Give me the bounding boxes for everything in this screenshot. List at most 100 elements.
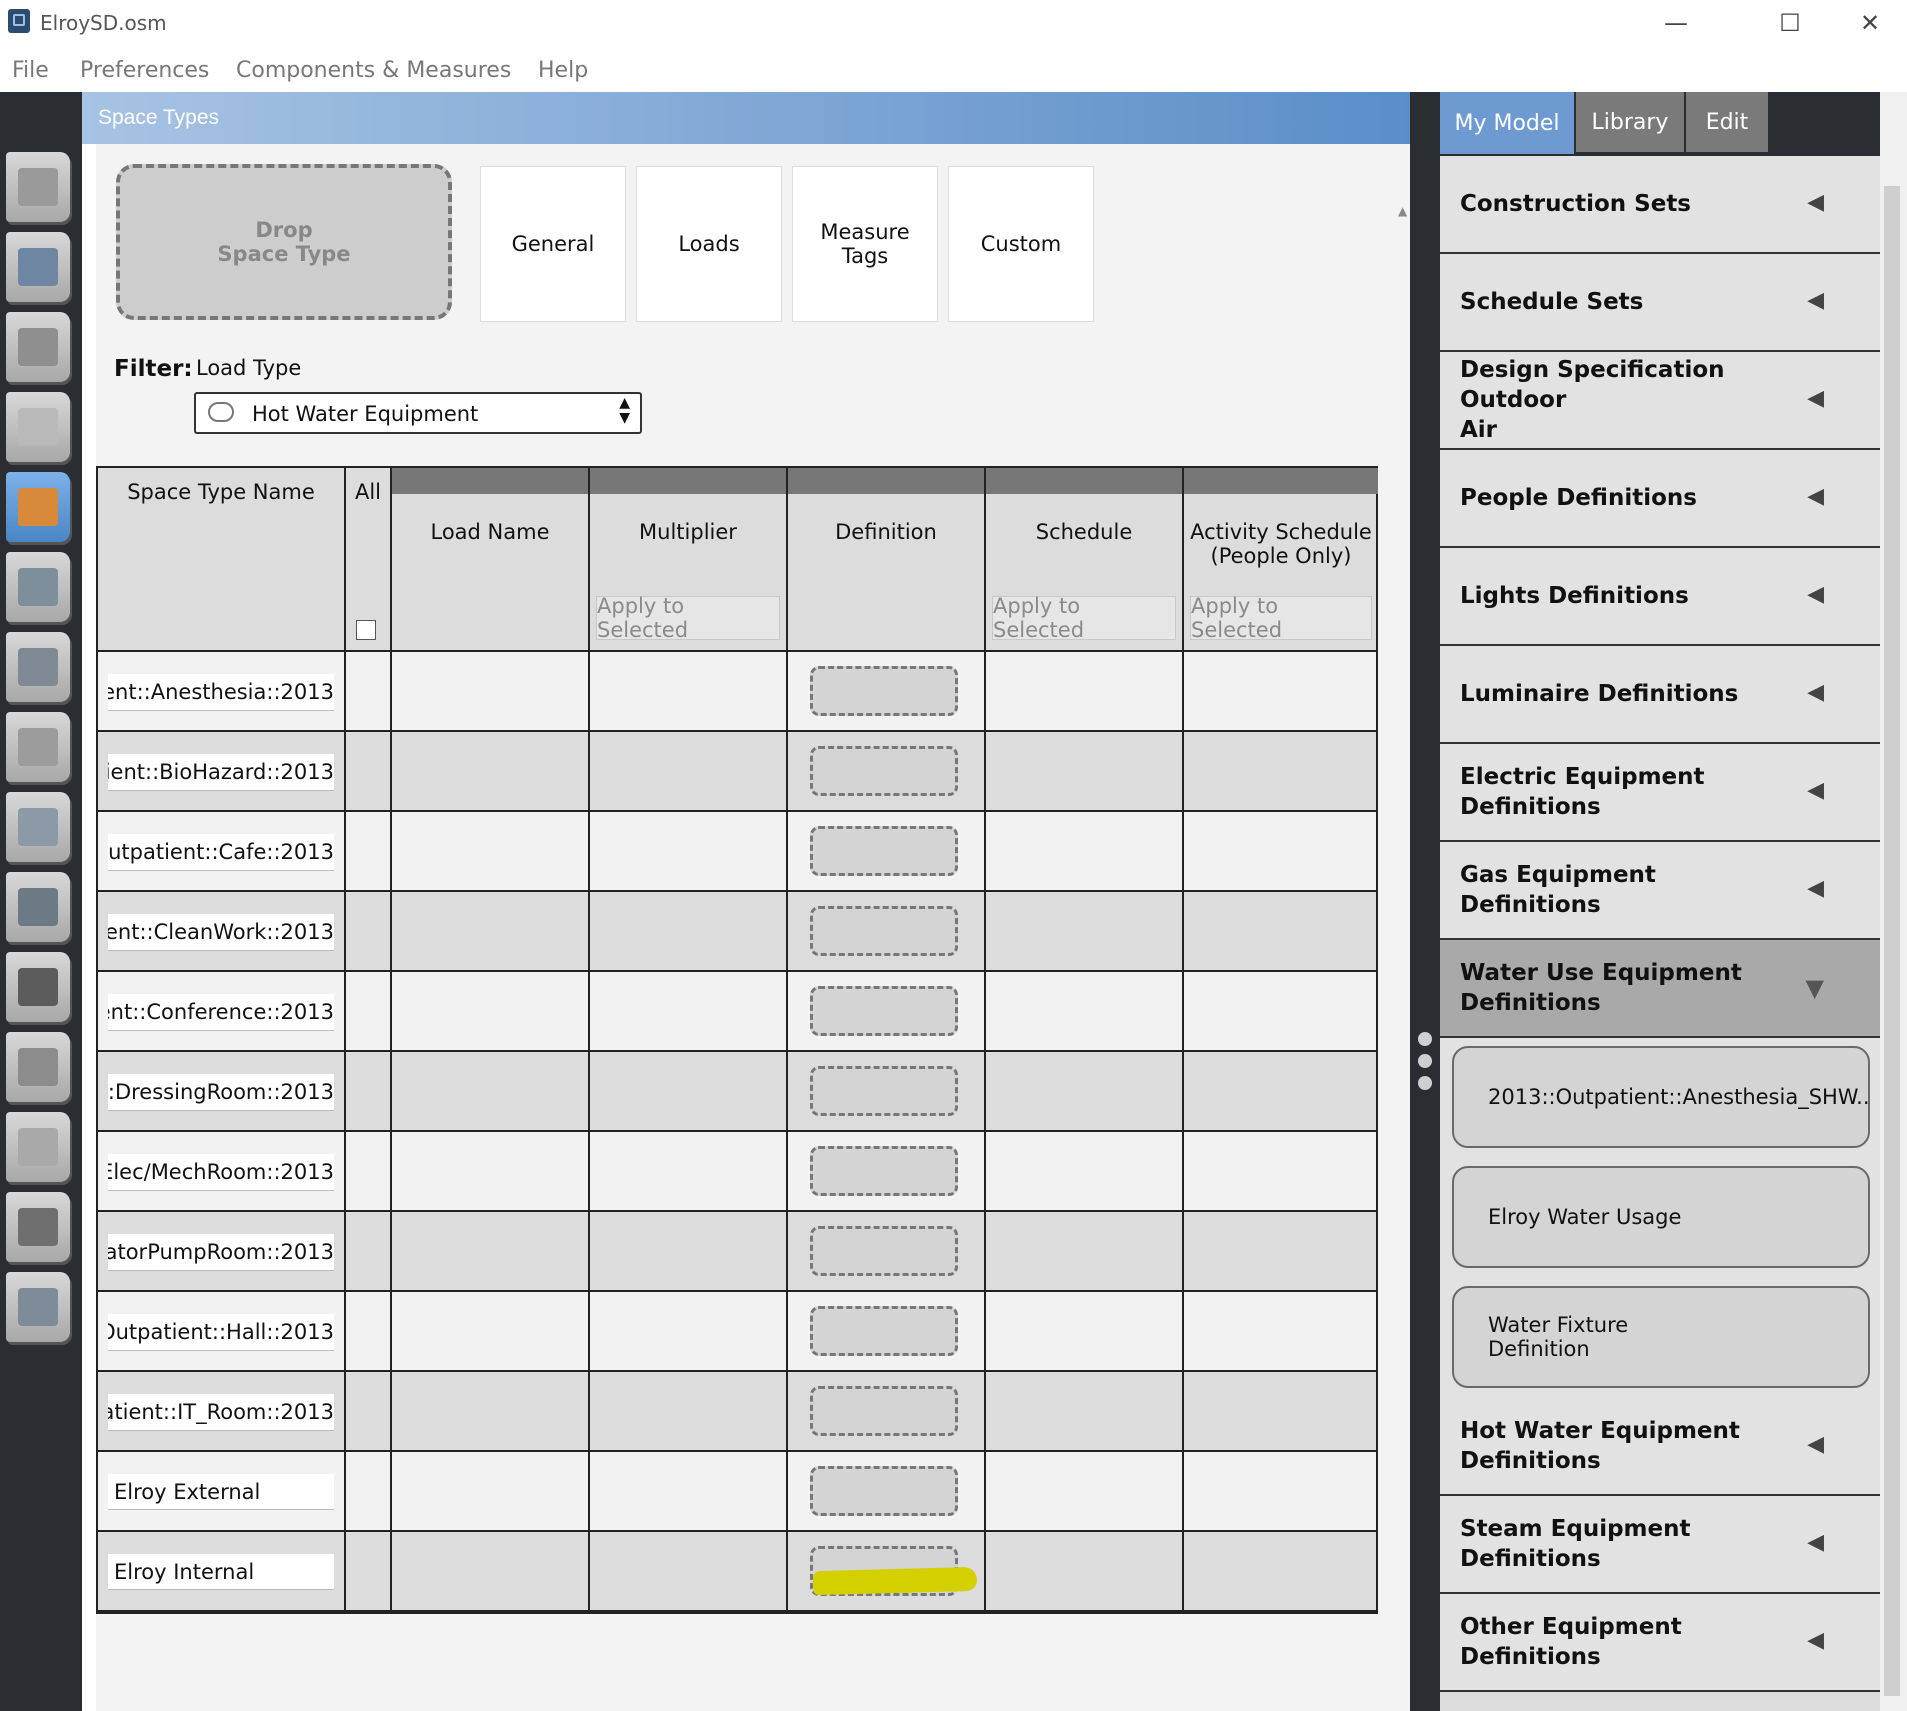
grid-cell[interactable] bbox=[392, 892, 590, 970]
grid-cell[interactable] bbox=[590, 1452, 788, 1530]
drop-space-type-zone[interactable]: Drop Space Type bbox=[116, 164, 452, 320]
apply-to-selected-button[interactable]: Apply to Selected bbox=[596, 594, 780, 642]
definition-drop-slot[interactable] bbox=[810, 1546, 978, 1596]
toolbar-run-simulation-button[interactable] bbox=[6, 1192, 70, 1262]
definition-drop-slot[interactable] bbox=[810, 986, 958, 1036]
panel-splitter[interactable] bbox=[1410, 92, 1440, 1711]
toolbar-schedules-button[interactable] bbox=[6, 232, 70, 302]
expand-arrow-icon[interactable]: ◀ bbox=[1807, 1432, 1824, 1457]
space-type-name-field[interactable]: Elroy External bbox=[108, 1474, 334, 1510]
grid-cell[interactable] bbox=[346, 1532, 392, 1610]
collapse-arrow-icon[interactable]: ▼ bbox=[1806, 974, 1824, 1002]
table-row[interactable]: 2013::Outpatient::ElevatorPumpRoom bbox=[98, 1212, 1376, 1292]
grid-cell[interactable] bbox=[392, 1372, 590, 1450]
category-header[interactable]: Other Equipment Definitions ◀ bbox=[1440, 1594, 1880, 1692]
tab-my-model[interactable]: My Model bbox=[1440, 92, 1574, 154]
toolbar-scripts-button[interactable] bbox=[6, 1112, 70, 1182]
space-type-name-field[interactable]: Elroy Internal bbox=[108, 1554, 334, 1590]
grid-cell[interactable] bbox=[1184, 652, 1378, 730]
grid-cell[interactable] bbox=[986, 1452, 1184, 1530]
grid-cell[interactable] bbox=[392, 1532, 590, 1610]
toolbar-space-types-button[interactable] bbox=[6, 472, 70, 542]
grid-cell[interactable] bbox=[986, 1052, 1184, 1130]
toolbar-simulation-settings-button[interactable] bbox=[6, 1032, 70, 1102]
space-type-name-field[interactable]: 2013::Outpatient::Elec/MechRoom bbox=[108, 1154, 334, 1191]
space-type-name-field[interactable]: 2013::Outpatient::Conference bbox=[108, 994, 334, 1031]
category-header[interactable]: Electric Equipment Definitions ◀ bbox=[1440, 744, 1880, 842]
grid-cell[interactable] bbox=[1184, 1532, 1378, 1610]
table-row[interactable]: 2013::Outpatient::Anesthesia bbox=[98, 652, 1376, 732]
scrollbar-thumb[interactable] bbox=[1884, 186, 1900, 1696]
grid-cell[interactable] bbox=[346, 972, 392, 1050]
grid-cell[interactable] bbox=[986, 652, 1184, 730]
grid-cell[interactable] bbox=[346, 1052, 392, 1130]
category-header[interactable]: Design Specification Outdoor Air ◀ bbox=[1440, 352, 1880, 450]
table-row[interactable]: 2013::Outpatient::Hall bbox=[98, 1292, 1376, 1372]
category-header[interactable]: Construction Sets ◀ bbox=[1440, 156, 1880, 254]
grid-cell[interactable] bbox=[346, 812, 392, 890]
expand-arrow-icon[interactable]: ◀ bbox=[1807, 778, 1824, 803]
grid-cell[interactable] bbox=[1184, 972, 1378, 1050]
category-header[interactable]: People Definitions ◀ bbox=[1440, 450, 1880, 548]
expand-arrow-icon[interactable]: ◀ bbox=[1807, 190, 1824, 215]
definition-drop-slot[interactable] bbox=[810, 1306, 958, 1356]
category-header[interactable]: Schedule Sets ◀ bbox=[1440, 254, 1880, 352]
category-header[interactable]: Lights Definitions ◀ bbox=[1440, 548, 1880, 646]
category-header[interactable]: Gas Equipment Definitions ◀ bbox=[1440, 842, 1880, 940]
space-type-name-field[interactable]: 2013::Outpatient::CleanWork bbox=[108, 914, 334, 951]
grid-cell[interactable] bbox=[1184, 1052, 1378, 1130]
grid-cell[interactable] bbox=[1184, 1452, 1378, 1530]
expand-arrow-icon[interactable]: ◀ bbox=[1807, 1628, 1824, 1653]
load-type-select[interactable]: Hot Water Equipment ▲ ▼ bbox=[194, 392, 642, 434]
apply-to-selected-button[interactable]: Apply to Selected bbox=[1190, 594, 1372, 642]
tab-general[interactable]: General bbox=[480, 166, 626, 322]
grid-cell[interactable] bbox=[1184, 1372, 1378, 1450]
toolbar-variables-button[interactable] bbox=[6, 952, 70, 1022]
space-type-name-field[interactable]: 2013::Outpatient::Hall bbox=[108, 1314, 334, 1351]
grid-cell[interactable] bbox=[346, 652, 392, 730]
grid-cell[interactable] bbox=[590, 1052, 788, 1130]
grid-cell[interactable] bbox=[1184, 892, 1378, 970]
category-header[interactable]: Water Use Equipment Definitions ▼ bbox=[1440, 940, 1880, 1038]
grid-cell[interactable] bbox=[392, 1132, 590, 1210]
toolbar-facility-button[interactable] bbox=[6, 632, 70, 702]
definition-drop-slot[interactable] bbox=[810, 1146, 958, 1196]
table-row[interactable]: 2013::Outpatient::IT_Room bbox=[98, 1372, 1376, 1452]
expand-arrow-icon[interactable]: ◀ bbox=[1807, 1530, 1824, 1555]
definition-drop-slot[interactable] bbox=[810, 1066, 958, 1116]
grid-cell[interactable] bbox=[346, 1452, 392, 1530]
grid-cell[interactable] bbox=[1184, 1132, 1378, 1210]
space-type-name-field[interactable]: 2013::Outpatient::BioHazard bbox=[108, 754, 334, 791]
grid-cell[interactable] bbox=[590, 812, 788, 890]
grid-cell[interactable] bbox=[590, 972, 788, 1050]
grid-cell[interactable] bbox=[590, 1132, 788, 1210]
grid-cell[interactable] bbox=[346, 892, 392, 970]
table-row[interactable]: Elroy External bbox=[98, 1452, 1376, 1532]
expand-arrow-icon[interactable]: ◀ bbox=[1807, 680, 1824, 705]
tab-edit[interactable]: Edit bbox=[1684, 92, 1768, 152]
expand-arrow-icon[interactable]: ◀ bbox=[1807, 288, 1824, 313]
definition-drop-slot[interactable] bbox=[810, 1466, 958, 1516]
grid-cell[interactable] bbox=[986, 972, 1184, 1050]
table-row[interactable]: 2013::Outpatient::BioHazard bbox=[98, 732, 1376, 812]
definition-card[interactable]: Water Fixture Definition bbox=[1452, 1286, 1870, 1388]
grid-cell[interactable] bbox=[590, 652, 788, 730]
grid-cell[interactable] bbox=[392, 812, 590, 890]
grid-cell[interactable] bbox=[986, 1132, 1184, 1210]
definition-drop-slot[interactable] bbox=[810, 826, 958, 876]
grid-cell[interactable] bbox=[986, 1372, 1184, 1450]
right-scrollbar[interactable] bbox=[1880, 92, 1907, 1711]
toolbar-thermal-zones-button[interactable] bbox=[6, 792, 70, 862]
select-all-checkbox[interactable] bbox=[356, 620, 376, 640]
toolbar-results-summary-button[interactable] bbox=[6, 1272, 70, 1342]
grid-cell[interactable] bbox=[346, 732, 392, 810]
toolbar-constructions-button[interactable] bbox=[6, 312, 70, 382]
grid-cell[interactable] bbox=[392, 1052, 590, 1130]
space-type-name-field[interactable]: 2013::Outpatient::Cafe bbox=[108, 834, 334, 871]
expand-arrow-icon[interactable]: ◀ bbox=[1807, 386, 1824, 411]
grid-cell[interactable] bbox=[986, 812, 1184, 890]
toolbar-hvac-systems-button[interactable] bbox=[6, 872, 70, 942]
grid-cell[interactable] bbox=[986, 1212, 1184, 1290]
space-type-name-field[interactable]: 2013::Outpatient::DressingRoom bbox=[108, 1074, 334, 1111]
grid-cell[interactable] bbox=[392, 1212, 590, 1290]
